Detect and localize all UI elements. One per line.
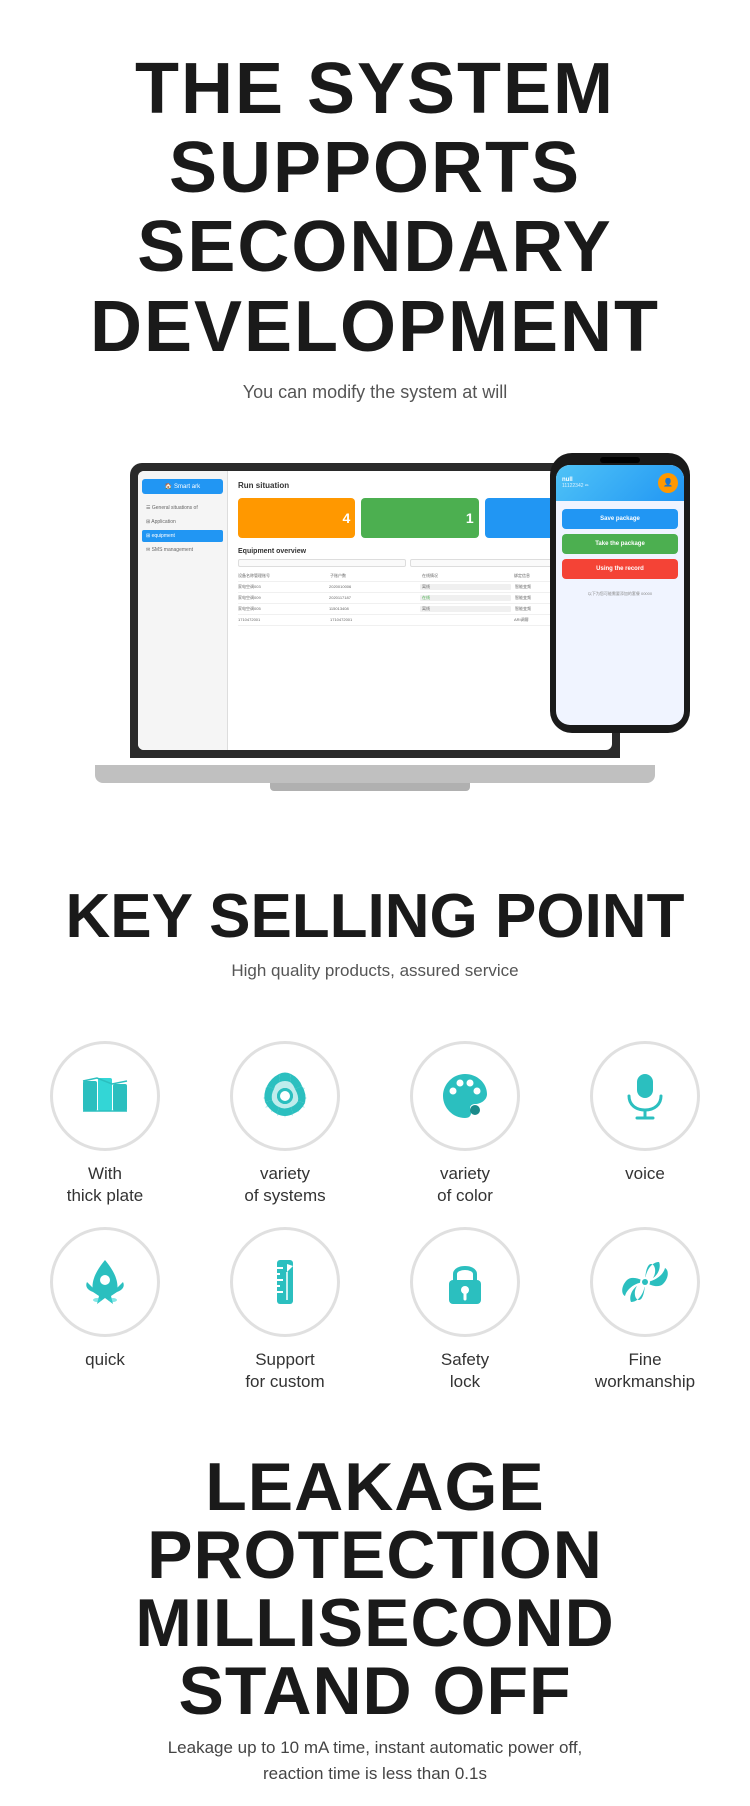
icon-item-mic: voice [560, 1041, 730, 1207]
screen-table-row-1: 家电空调0032020010006离线智能变频 [238, 584, 602, 593]
phone-btn-record[interactable]: Using the record [562, 559, 678, 579]
icon-label-rocket: quick [85, 1349, 125, 1371]
icon-label-map: Withthick plate [67, 1163, 144, 1207]
palette-icon [435, 1066, 495, 1126]
ruler-icon [255, 1252, 315, 1312]
screen-card-online: 1 [361, 498, 478, 538]
screen-logo: 🏠 Smart ark [142, 479, 223, 494]
phone-body: null 11122342 ✏ 👤 Save package Take the … [550, 453, 690, 733]
laptop-stand [270, 783, 470, 791]
leakage-title: LEAKAGE PROTECTIONMILLISECONDSTAND OFF [30, 1453, 720, 1725]
screen-nav-equipment: ⊞ equipment [142, 530, 223, 542]
screen-nav-general: ☰ General situations of [142, 502, 223, 514]
icons-grid: Withthick plate varietyof systems [0, 1031, 750, 1423]
icon-circle-lock [410, 1227, 520, 1337]
fan-icon [615, 1252, 675, 1312]
phone-notch [600, 457, 640, 463]
icon-item-rocket: quick [20, 1227, 190, 1393]
screen-table-title: Equipment overview [238, 548, 602, 555]
icon-circle-mic [590, 1041, 700, 1151]
phone-btn-save[interactable]: Save package [562, 509, 678, 529]
screen-nav-sms: ✉ SMS management [142, 544, 223, 556]
phone-header: null 11122342 ✏ 👤 [556, 465, 684, 501]
selling-title: KEY SELLING POINT [30, 883, 720, 951]
rocket-icon [75, 1252, 135, 1312]
icon-label-fan: Fineworkmanship [595, 1349, 695, 1393]
phone-btn-take[interactable]: Take the package [562, 534, 678, 554]
icon-item-ruler: Supportfor custom [200, 1227, 370, 1393]
mic-icon [615, 1066, 675, 1126]
icon-item-fan: Fineworkmanship [560, 1227, 730, 1393]
gear-icon [255, 1066, 315, 1126]
screen-search-box[interactable] [238, 559, 406, 567]
icon-label-palette: varietyof color [437, 1163, 493, 1207]
phone-footer: 以下为您可能需要添加的套餐 00000 [556, 587, 684, 601]
icon-item-lock: Safetylock [380, 1227, 550, 1393]
leakage-desc: Leakage up to 10 mA time, instant automa… [30, 1735, 720, 1786]
icon-item-map: Withthick plate [20, 1041, 190, 1207]
selling-section: KEY SELLING POINT High quality products,… [0, 843, 750, 1031]
laptop-screen: 🏠 Smart ark ☰ General situations of ⊞ Ap… [138, 471, 612, 750]
phone-user-info: null 11122342 ✏ [562, 477, 589, 489]
icon-circle-ruler [230, 1227, 340, 1337]
screen-card-total: 4 [238, 498, 355, 538]
screen-nav-application: ⊞ Application [142, 516, 223, 528]
icon-label-lock: Safetylock [441, 1349, 489, 1393]
header-section: THE SYSTEMSUPPORTSSECONDARYDEVELOPMENT Y… [0, 0, 750, 423]
icon-label-ruler: Supportfor custom [245, 1349, 324, 1393]
screen-search-row [238, 559, 602, 567]
screen-run-title: Run situation [238, 481, 602, 490]
icon-circle-gear [230, 1041, 340, 1151]
icon-label-mic: voice [625, 1163, 665, 1185]
screen-cards: 4 1 [238, 498, 602, 538]
icon-circle-palette [410, 1041, 520, 1151]
laptop-base [95, 765, 655, 783]
laptop-body: 🏠 Smart ark ☰ General situations of ⊞ Ap… [130, 463, 620, 758]
icon-item-gear: varietyof systems [200, 1041, 370, 1207]
lock-icon [435, 1252, 495, 1312]
phone-screen: null 11122342 ✏ 👤 Save package Take the … [556, 465, 684, 725]
screen-table-row-2: 家电空调0092020117187在线智能变频 [238, 595, 602, 604]
screen-table-row-3: 家电空调005115013408离线智能变频 [238, 606, 602, 615]
icon-label-gear: varietyof systems [244, 1163, 325, 1207]
selling-subtitle: High quality products, assured service [30, 961, 720, 981]
icon-circle-rocket [50, 1227, 160, 1337]
page-title: THE SYSTEMSUPPORTSSECONDARYDEVELOPMENT [40, 50, 710, 367]
phone-buttons: Save package Take the package Using the … [556, 501, 684, 587]
icon-circle-map [50, 1041, 160, 1151]
icon-item-palette: varietyof color [380, 1041, 550, 1207]
map-icon [75, 1066, 135, 1126]
icon-circle-fan [590, 1227, 700, 1337]
phone-avatar: 👤 [658, 473, 678, 493]
phone-user-id: 11122342 ✏ [562, 483, 589, 489]
leakage-section: LEAKAGE PROTECTIONMILLISECONDSTAND OFF L… [0, 1423, 750, 1806]
page-subtitle: You can modify the system at will [40, 382, 710, 403]
screen-table-header: 设备名称管理账号子账户数在线情况绑定信息 [238, 573, 602, 582]
mockup-section: 🏠 Smart ark ☰ General situations of ⊞ Ap… [0, 423, 750, 843]
phone-mockup: null 11122342 ✏ 👤 Save package Take the … [550, 453, 690, 743]
screen-table-row-4: 17104720011710472001ARI调幂 [238, 617, 602, 626]
screen-sidebar: 🏠 Smart ark ☰ General situations of ⊞ Ap… [138, 471, 228, 750]
